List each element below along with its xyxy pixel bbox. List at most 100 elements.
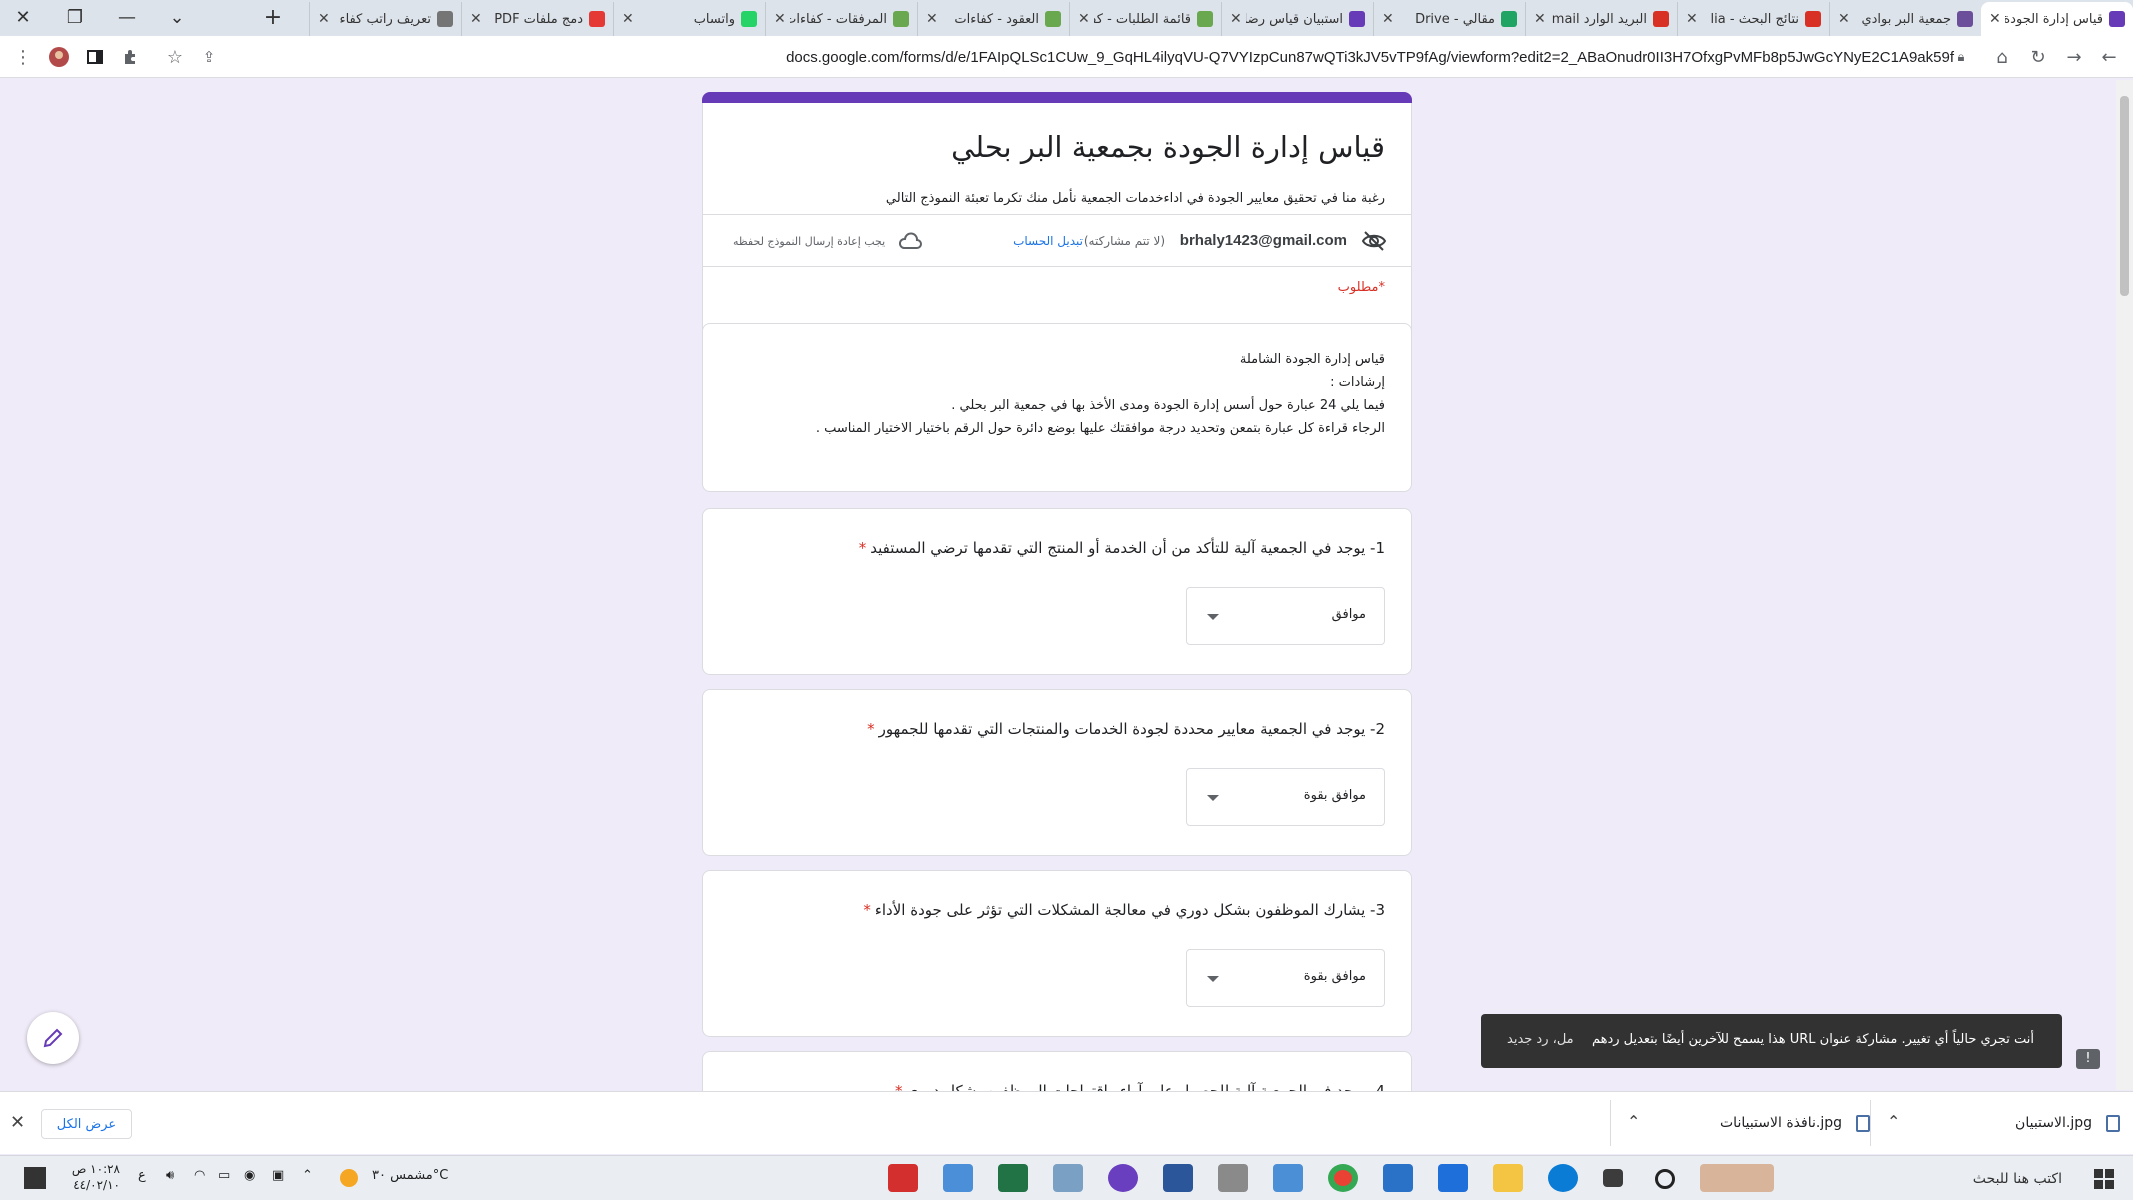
wifi-icon[interactable]: ◠ — [194, 1168, 205, 1183]
search-highlight-image — [1700, 1164, 1774, 1192]
browser-tab[interactable]: تعريف راتب كفاء ✕ — [309, 2, 461, 36]
extensions-puzzle-icon[interactable] — [118, 44, 144, 70]
excel-icon[interactable] — [998, 1164, 1028, 1192]
tab-close-icon[interactable]: ✕ — [318, 11, 330, 27]
tab-title: مقالي - Drive — [1415, 11, 1495, 27]
switch-account-link[interactable]: تبديل الحساب — [1013, 234, 1083, 248]
printer-icon[interactable] — [1218, 1164, 1248, 1192]
chrome-icon[interactable] — [1328, 1164, 1358, 1192]
form-description: رغبة منا في تحقيق معايير الجودة في اداءخ… — [885, 191, 1385, 206]
intro-instructions-label: إرشادات : — [1330, 375, 1385, 390]
tray-display-icon[interactable]: ▭ — [218, 1168, 230, 1183]
downloads-close-icon[interactable]: ✕ — [10, 1112, 25, 1133]
browser-tab[interactable]: قائمة الطلبات - كفا ✕ — [1069, 2, 1221, 36]
bookmark-star-icon[interactable]: ☆ — [162, 44, 188, 70]
tab-title: المرفقات - كفاءات — [789, 11, 887, 27]
image-file-icon — [1856, 1114, 1870, 1132]
home-icon[interactable]: ⌂ — [1989, 44, 2015, 70]
weather-status[interactable]: مشمس ٣٠°C — [372, 1168, 448, 1183]
show-all-downloads-button[interactable]: عرض الكل — [41, 1109, 132, 1139]
tab-close-icon[interactable]: ✕ — [622, 11, 634, 27]
tray-overflow-icon[interactable]: ⌃ — [302, 1168, 313, 1183]
address-bar[interactable]: docs.google.com/forms/d/e/1FAIpQLSc1CUw_… — [230, 41, 1970, 73]
pdf-reader-icon[interactable] — [888, 1164, 918, 1192]
required-star: * — [858, 539, 867, 557]
window-close-button[interactable]: ✕ — [0, 0, 46, 34]
browser-tab[interactable]: دمج ملفات PDF ✕ — [461, 2, 613, 36]
browser-menu-icon[interactable]: ⋮ — [10, 44, 36, 70]
scrollbar-thumb[interactable] — [2120, 96, 2129, 296]
page-scrollbar[interactable] — [2116, 80, 2133, 1090]
intro-text-line: الرجاء قراءة كل عبارة بتمعن وتحديد درجة … — [815, 421, 1385, 436]
browser-tab[interactable]: واتساب ✕ — [613, 2, 765, 36]
taskbar-clock[interactable]: ١٠:٢٨ ص ٤٤/٠٢/١٠ — [60, 1161, 120, 1193]
browser-tab[interactable]: استبيان قياس رضا ✕ — [1221, 2, 1373, 36]
tab-close-icon[interactable]: ✕ — [1078, 11, 1090, 27]
word-icon[interactable] — [1163, 1164, 1193, 1192]
tab-title: العقود - كفاءات — [954, 11, 1039, 27]
tab-close-icon[interactable]: ✕ — [774, 11, 786, 27]
cortana-icon[interactable] — [1655, 1169, 1675, 1189]
reload-icon[interactable]: ↻ — [2025, 44, 2051, 70]
dropdown-arrow-icon — [1207, 795, 1219, 801]
tab-list: قياس إدارة الجودة ✕ جمعية البر بوادي ✕ نتائج… — [309, 2, 2133, 36]
answer-dropdown[interactable]: موافق — [1186, 587, 1385, 645]
mail-icon[interactable] — [1383, 1164, 1413, 1192]
chevron-up-icon[interactable]: ⌃ — [1627, 1112, 1640, 1131]
edit-pencil-button[interactable] — [27, 1012, 79, 1064]
profile-avatar-icon[interactable] — [46, 44, 72, 70]
required-star: * — [863, 901, 871, 919]
store-icon[interactable] — [1438, 1164, 1468, 1192]
answer-dropdown[interactable]: موافق بقوة — [1186, 768, 1385, 826]
browser-tab[interactable]: قياس إدارة الجودة ✕ — [1981, 2, 2133, 36]
download-item[interactable]: jpg.نافذة الاستبيانات ⌃ — [1610, 1100, 1870, 1146]
tab-close-icon[interactable]: ✕ — [1686, 11, 1698, 27]
windows-start-icon[interactable] — [2094, 1169, 2114, 1189]
dropdown-arrow-icon — [1207, 976, 1219, 982]
file-explorer-icon[interactable] — [1493, 1164, 1523, 1192]
search-placeholder: اكتب هنا للبحث — [1972, 1171, 2062, 1187]
browser-tab[interactable]: مقالي - Drive ✕ — [1373, 2, 1525, 36]
edge-icon[interactable] — [1548, 1164, 1578, 1192]
back-arrow-icon[interactable]: ← — [2096, 44, 2122, 70]
notifications-icon[interactable] — [24, 1167, 46, 1189]
app-icon[interactable] — [1273, 1164, 1303, 1192]
media-app-icon[interactable] — [1108, 1164, 1138, 1192]
form-page: قياس إدارة الجودة بجمعية البر بحلي رغبة … — [0, 79, 2133, 1091]
tab-title: قياس إدارة الجودة — [2004, 11, 2103, 27]
new-tab-button[interactable]: + — [250, 0, 296, 34]
forward-arrow-icon[interactable]: → — [2061, 44, 2087, 70]
share-icon[interactable]: ⇪ — [196, 44, 222, 70]
browser-tab[interactable]: العقود - كفاءات ✕ — [917, 2, 1069, 36]
input-language[interactable]: ع — [138, 1168, 146, 1183]
tray-network-icon[interactable]: ◉ — [244, 1168, 255, 1183]
volume-icon[interactable]: 🔊︎ — [166, 1168, 174, 1183]
browser-tab[interactable]: المرفقات - كفاءات ✕ — [765, 2, 917, 36]
task-view-icon[interactable] — [1603, 1169, 1623, 1187]
chevron-up-icon[interactable]: ⌃ — [1887, 1112, 1900, 1131]
download-item[interactable]: jpg.الاستبيان ⌃ — [1870, 1100, 2120, 1146]
tab-favicon-icon — [893, 11, 909, 27]
window-restore-button[interactable]: ❐ — [52, 0, 98, 34]
tab-favicon-icon — [589, 11, 605, 27]
browser-tab[interactable]: جمعية البر بوادي ✕ — [1829, 2, 1981, 36]
side-panel-icon[interactable] — [82, 44, 108, 70]
tab-close-icon[interactable]: ✕ — [1838, 11, 1850, 27]
browser-tab[interactable]: البريد الوارد mail ✕ — [1525, 2, 1677, 36]
app-icon[interactable] — [943, 1164, 973, 1192]
tab-search-button[interactable]: ⌄ — [154, 0, 200, 34]
browser-tab[interactable]: نتائج البحث - lia ✕ — [1677, 2, 1829, 36]
tab-close-icon[interactable]: ✕ — [470, 11, 482, 27]
notepad-icon[interactable] — [1053, 1164, 1083, 1192]
tab-close-icon[interactable]: ✕ — [1230, 11, 1242, 27]
tab-close-icon[interactable]: ✕ — [926, 11, 938, 27]
tab-close-icon[interactable]: ✕ — [1382, 11, 1394, 27]
window-minimize-button[interactable]: — — [104, 0, 150, 34]
tab-close-icon[interactable]: ✕ — [1534, 11, 1546, 27]
account-email: brhaly1423@gmail.com — [1179, 232, 1347, 249]
answer-dropdown[interactable]: موافق بقوة — [1186, 949, 1385, 1007]
feedback-icon[interactable]: ! — [2076, 1049, 2100, 1069]
tray-app-icon[interactable]: ▣ — [272, 1168, 284, 1183]
toast-action-button[interactable]: مل، رد جديد — [1507, 1032, 1574, 1047]
tab-close-icon[interactable]: ✕ — [1989, 11, 2001, 27]
